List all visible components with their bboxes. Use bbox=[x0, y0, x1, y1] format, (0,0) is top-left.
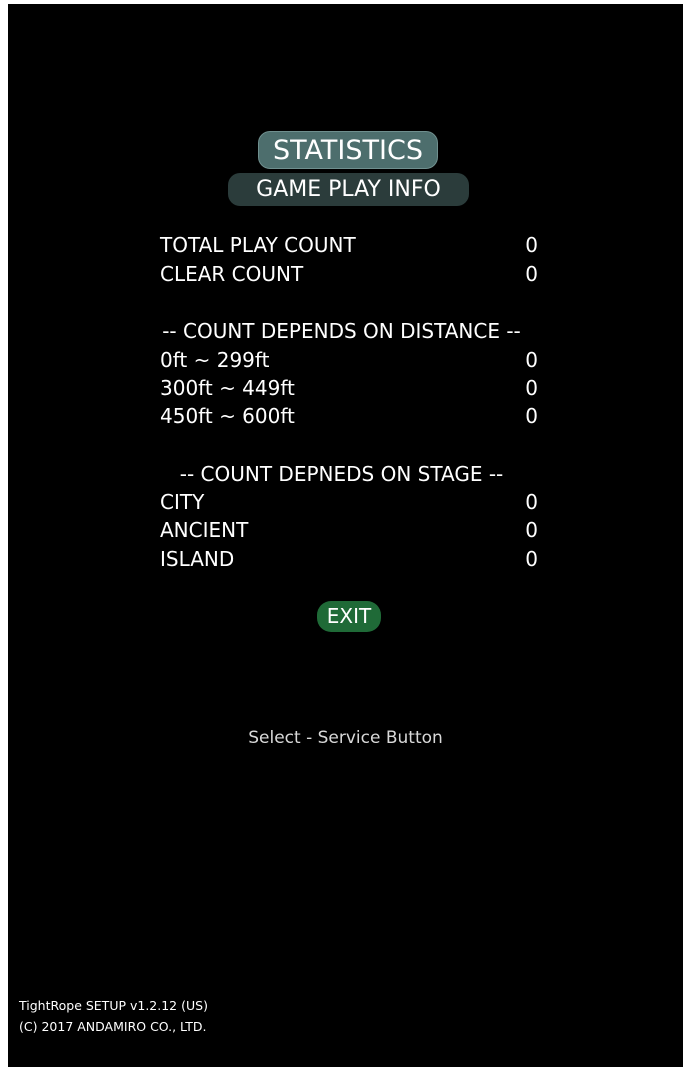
distance-row: 450ft ~ 600ft 0 bbox=[160, 402, 538, 430]
stage-row-value: 0 bbox=[525, 518, 538, 542]
clear-count-label: CLEAR COUNT bbox=[160, 262, 304, 286]
clear-count-row: CLEAR COUNT 0 bbox=[160, 260, 538, 288]
distance-row: 300ft ~ 449ft 0 bbox=[160, 374, 538, 402]
distance-row-label: 450ft ~ 600ft bbox=[160, 404, 295, 428]
distance-row-label: 300ft ~ 449ft bbox=[160, 376, 295, 400]
clear-count-value: 0 bbox=[525, 262, 538, 286]
exit-button[interactable]: EXIT bbox=[317, 601, 381, 632]
stage-row-label: ISLAND bbox=[160, 547, 235, 571]
stage-row-value: 0 bbox=[525, 490, 538, 514]
stage-row: ISLAND 0 bbox=[160, 545, 538, 573]
version-text: TightRope SETUP v1.2.12 (US) bbox=[19, 998, 208, 1013]
total-play-count-value: 0 bbox=[525, 233, 538, 257]
stage-row: CITY 0 bbox=[160, 488, 538, 516]
total-play-count-row: TOTAL PLAY COUNT 0 bbox=[160, 231, 538, 259]
stage-row: ANCIENT 0 bbox=[160, 516, 538, 544]
distance-row: 0ft ~ 299ft 0 bbox=[160, 346, 538, 374]
stage-row-value: 0 bbox=[525, 547, 538, 571]
copyright-text: (C) 2017 ANDAMIRO CO., LTD. bbox=[19, 1019, 207, 1034]
distance-row-value: 0 bbox=[525, 376, 538, 400]
stage-row-label: CITY bbox=[160, 490, 205, 514]
stage-row-label: ANCIENT bbox=[160, 518, 249, 542]
setup-screen: STATISTICS GAME PLAY INFO TOTAL PLAY COU… bbox=[8, 4, 683, 1067]
distance-section-header: -- COUNT DEPENDS ON DISTANCE -- bbox=[162, 319, 521, 343]
distance-row-value: 0 bbox=[525, 348, 538, 372]
stage-section-header: -- COUNT DEPNEDS ON STAGE -- bbox=[179, 462, 504, 486]
distance-row-value: 0 bbox=[525, 404, 538, 428]
distance-row-label: 0ft ~ 299ft bbox=[160, 348, 270, 372]
page-title: STATISTICS bbox=[258, 131, 438, 169]
total-play-count-label: TOTAL PLAY COUNT bbox=[160, 233, 356, 257]
control-hint: Select - Service Button bbox=[248, 728, 443, 748]
section-title: GAME PLAY INFO bbox=[228, 173, 469, 206]
